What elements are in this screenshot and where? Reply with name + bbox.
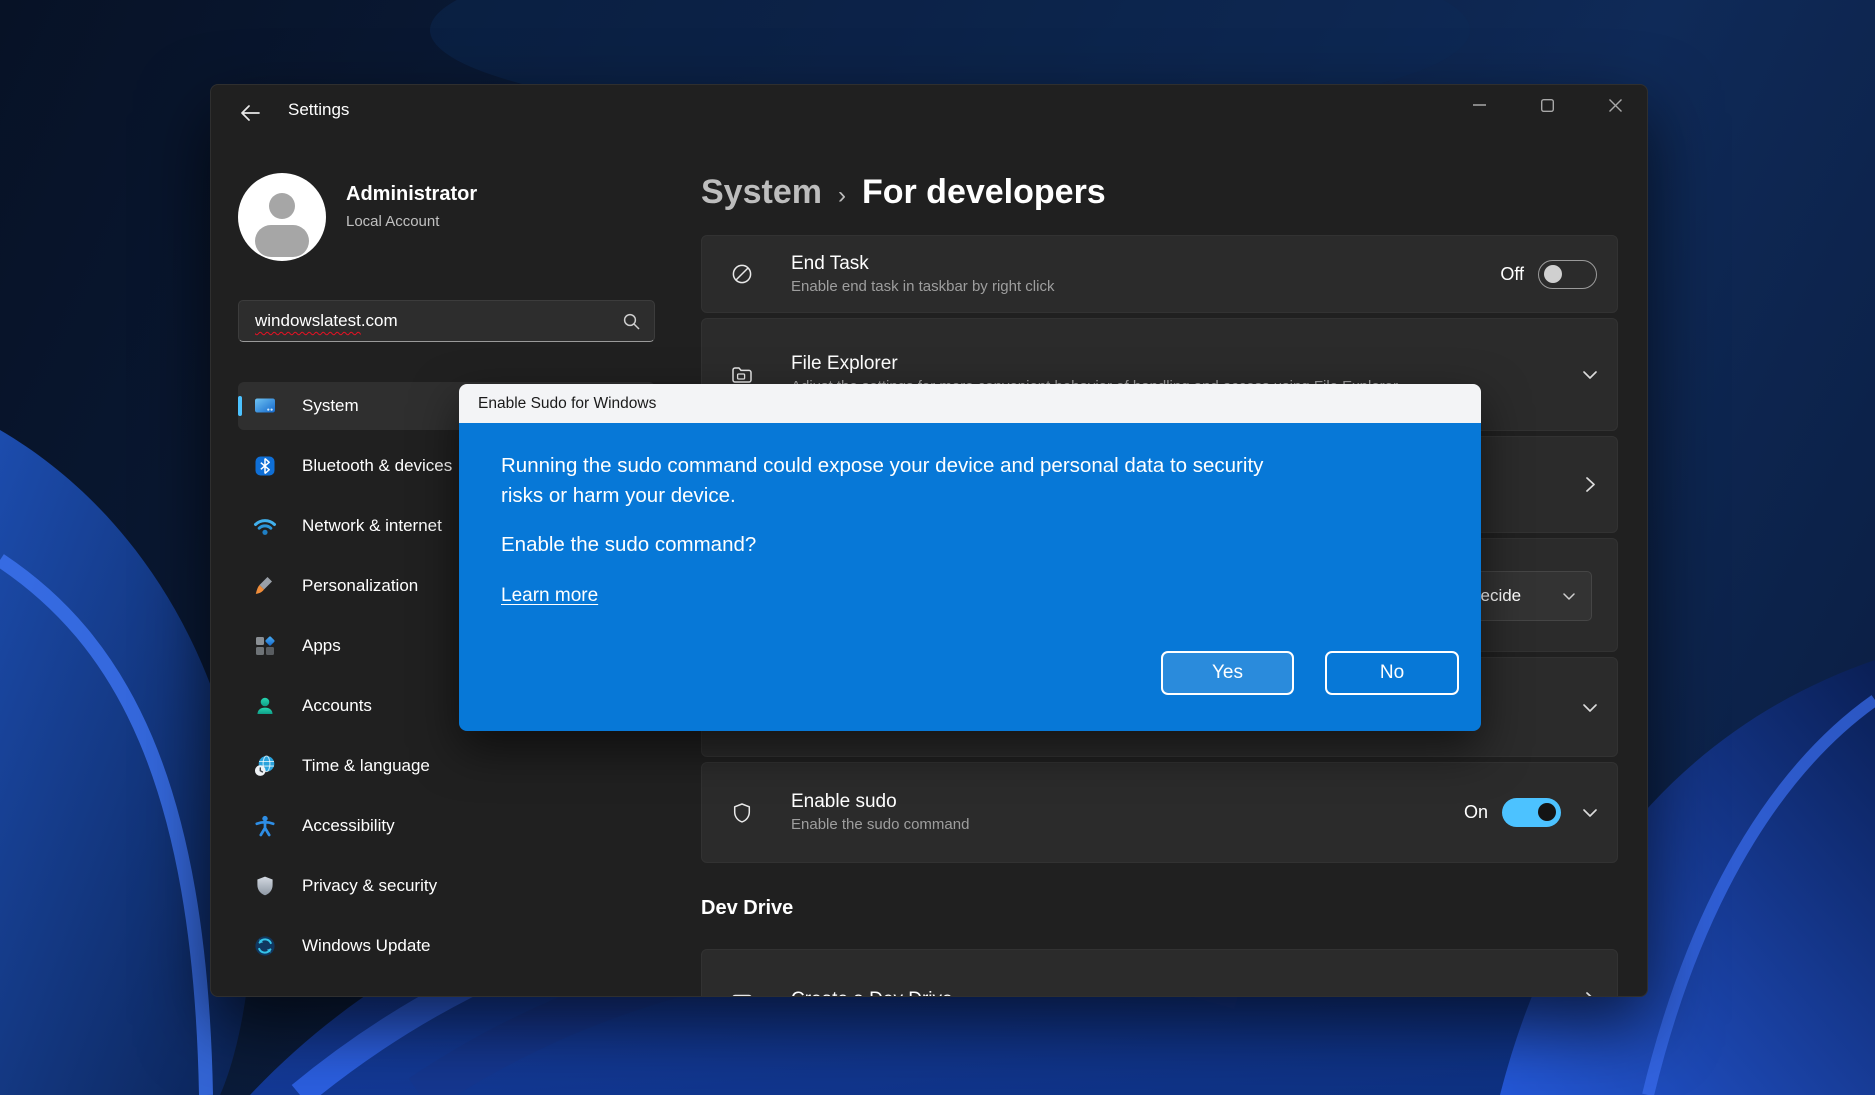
user-name: Administrator xyxy=(346,183,477,206)
avatar[interactable] xyxy=(238,173,326,261)
file-explorer-icon xyxy=(730,363,754,387)
accessibility-icon xyxy=(253,814,277,838)
row-create-dev-drive[interactable]: Create a Dev Drive xyxy=(701,949,1618,997)
dialog-message: Running the sudo command could expose yo… xyxy=(501,451,1293,511)
sidebar-item-label: Privacy & security xyxy=(302,876,437,896)
enable-sudo-toggle[interactable] xyxy=(1502,798,1561,827)
row-enable-sudo: Enable sudo Enable the sudo command On xyxy=(701,762,1618,863)
chevron-down-icon[interactable] xyxy=(1583,701,1597,715)
page-title: For developers xyxy=(862,173,1106,212)
toggle-knob xyxy=(1544,265,1562,283)
end-task-toggle[interactable] xyxy=(1538,260,1597,289)
sidebar-item-label: Network & internet xyxy=(302,516,442,536)
network-icon xyxy=(253,514,277,538)
selected-indicator xyxy=(238,396,242,416)
personalization-icon xyxy=(253,574,277,598)
sidebar-item-label: Apps xyxy=(302,636,341,656)
row-end-task: End Task Enable end task in taskbar by r… xyxy=(701,235,1618,313)
toggle-knob xyxy=(1538,803,1556,821)
breadcrumb-separator-icon: › xyxy=(838,182,846,210)
row-title: End Task xyxy=(791,251,1500,276)
breadcrumb: System › For developers xyxy=(701,173,1106,212)
toggle-state-label: Off xyxy=(1500,264,1524,285)
system-icon xyxy=(253,394,277,418)
chevron-right-icon[interactable] xyxy=(1583,992,1597,997)
toggle-state-label: On xyxy=(1464,802,1488,823)
end-task-icon xyxy=(730,262,754,286)
section-header-dev-drive: Dev Drive xyxy=(701,897,793,920)
sidebar-item-label: Accessibility xyxy=(302,816,395,836)
sidebar-item-accessibility[interactable]: Accessibility xyxy=(238,802,655,850)
dev-drive-icon xyxy=(730,987,754,997)
row-description: Enable the sudo command xyxy=(791,814,1464,836)
dialog-titlebar: Enable Sudo for Windows xyxy=(459,384,1481,423)
shield-icon xyxy=(730,801,754,825)
avatar-body xyxy=(255,225,309,257)
time-language-icon xyxy=(253,754,277,778)
search-text-suffix: .com xyxy=(361,311,398,331)
accounts-icon xyxy=(253,694,277,718)
back-button[interactable] xyxy=(235,100,265,126)
chevron-down-icon[interactable] xyxy=(1583,806,1597,820)
row-title: Create a Dev Drive xyxy=(791,987,1561,998)
sidebar-item-label: System xyxy=(302,396,359,416)
sidebar-item-label: Personalization xyxy=(302,576,418,596)
row-description: Enable end task in taskbar by right clic… xyxy=(791,276,1500,298)
sidebar-item-time-language[interactable]: Time & language xyxy=(238,742,655,790)
sidebar-item-windows-update[interactable]: Windows Update xyxy=(238,922,655,970)
chevron-down-icon xyxy=(1563,593,1575,600)
privacy-security-icon xyxy=(253,874,277,898)
apps-icon xyxy=(253,634,277,658)
avatar-head xyxy=(269,193,295,219)
dialog-question: Enable the sudo command? xyxy=(501,533,1441,557)
no-button[interactable]: No xyxy=(1325,651,1459,695)
yes-button[interactable]: Yes xyxy=(1161,651,1294,695)
sidebar-item-label: Time & language xyxy=(302,756,430,776)
sidebar-item-label: Windows Update xyxy=(302,936,431,956)
back-arrow-icon xyxy=(240,104,261,122)
windows-update-icon xyxy=(253,934,277,958)
chevron-down-icon[interactable] xyxy=(1583,368,1597,382)
search-input[interactable]: windowslatest.com xyxy=(238,300,655,342)
chevron-right-icon[interactable] xyxy=(1583,478,1597,492)
bluetooth-icon xyxy=(253,454,277,478)
sidebar-item-label: Accounts xyxy=(302,696,372,716)
dialog-title: Enable Sudo for Windows xyxy=(478,395,656,413)
sidebar-item-label: Bluetooth & devices xyxy=(302,456,452,476)
row-title: File Explorer xyxy=(791,351,1561,376)
window-title: Settings xyxy=(288,100,349,120)
learn-more-link[interactable]: Learn more xyxy=(501,585,598,607)
breadcrumb-parent[interactable]: System xyxy=(701,173,822,212)
search-text: windowslatest xyxy=(255,311,361,331)
user-account-type: Local Account xyxy=(346,213,439,230)
search-icon[interactable] xyxy=(623,313,640,330)
sidebar-item-privacy-security[interactable]: Privacy & security xyxy=(238,862,655,910)
row-title: Enable sudo xyxy=(791,789,1464,814)
enable-sudo-dialog: Enable Sudo for Windows Running the sudo… xyxy=(459,384,1481,731)
